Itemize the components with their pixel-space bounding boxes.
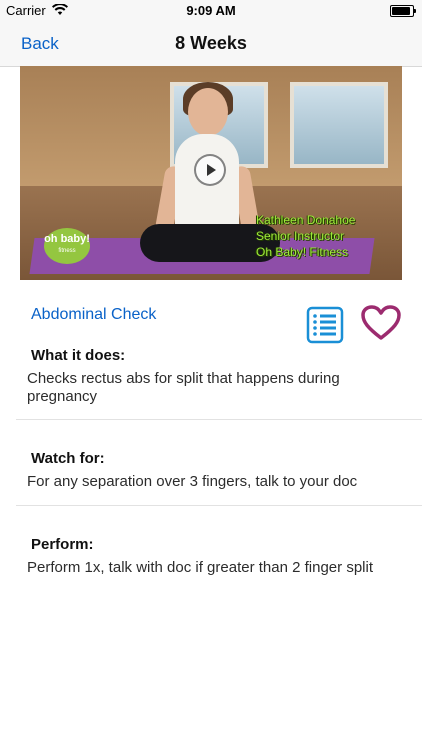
divider — [16, 419, 422, 420]
status-bar: Carrier 9:09 AM — [0, 0, 422, 22]
battery-icon — [390, 5, 416, 17]
logo-text: oh baby! — [44, 233, 90, 245]
section-heading: Watch for: — [31, 450, 105, 467]
caption-line: Kathleen Donahoe — [256, 213, 356, 227]
section-body: Perform 1x, talk with doc if greater tha… — [27, 559, 373, 576]
logo-subtext: fitness — [58, 248, 76, 254]
page-title: 8 Weeks — [175, 33, 247, 53]
video-player[interactable]: oh baby! fitness Kathleen Donahoe Senior… — [20, 66, 402, 280]
heart-icon[interactable] — [360, 304, 402, 347]
section-body: For any separation over 3 fingers, talk … — [27, 473, 358, 490]
video-scene-window — [290, 82, 388, 168]
caption-line: Oh Baby! Fitness — [256, 245, 349, 259]
section-body: Checks rectus abs for split that happens… — [27, 370, 340, 405]
video-caption: Kathleen Donahoe Senior Instructor Oh Ba… — [256, 212, 402, 260]
notes-list-icon[interactable] — [305, 305, 345, 350]
navigation-bar: Back 8 Weeks — [0, 22, 422, 67]
divider — [16, 505, 422, 506]
exercise-name-link[interactable]: Abdominal Check — [31, 306, 156, 324]
section-heading: What it does: — [31, 347, 126, 364]
play-icon[interactable] — [194, 154, 226, 186]
oh-baby-logo: oh baby! fitness — [44, 228, 90, 264]
caption-line: Senior Instructor — [256, 229, 345, 243]
instructor-figure — [188, 88, 228, 136]
section-heading: Perform: — [31, 536, 94, 553]
status-time: 9:09 AM — [186, 3, 236, 18]
